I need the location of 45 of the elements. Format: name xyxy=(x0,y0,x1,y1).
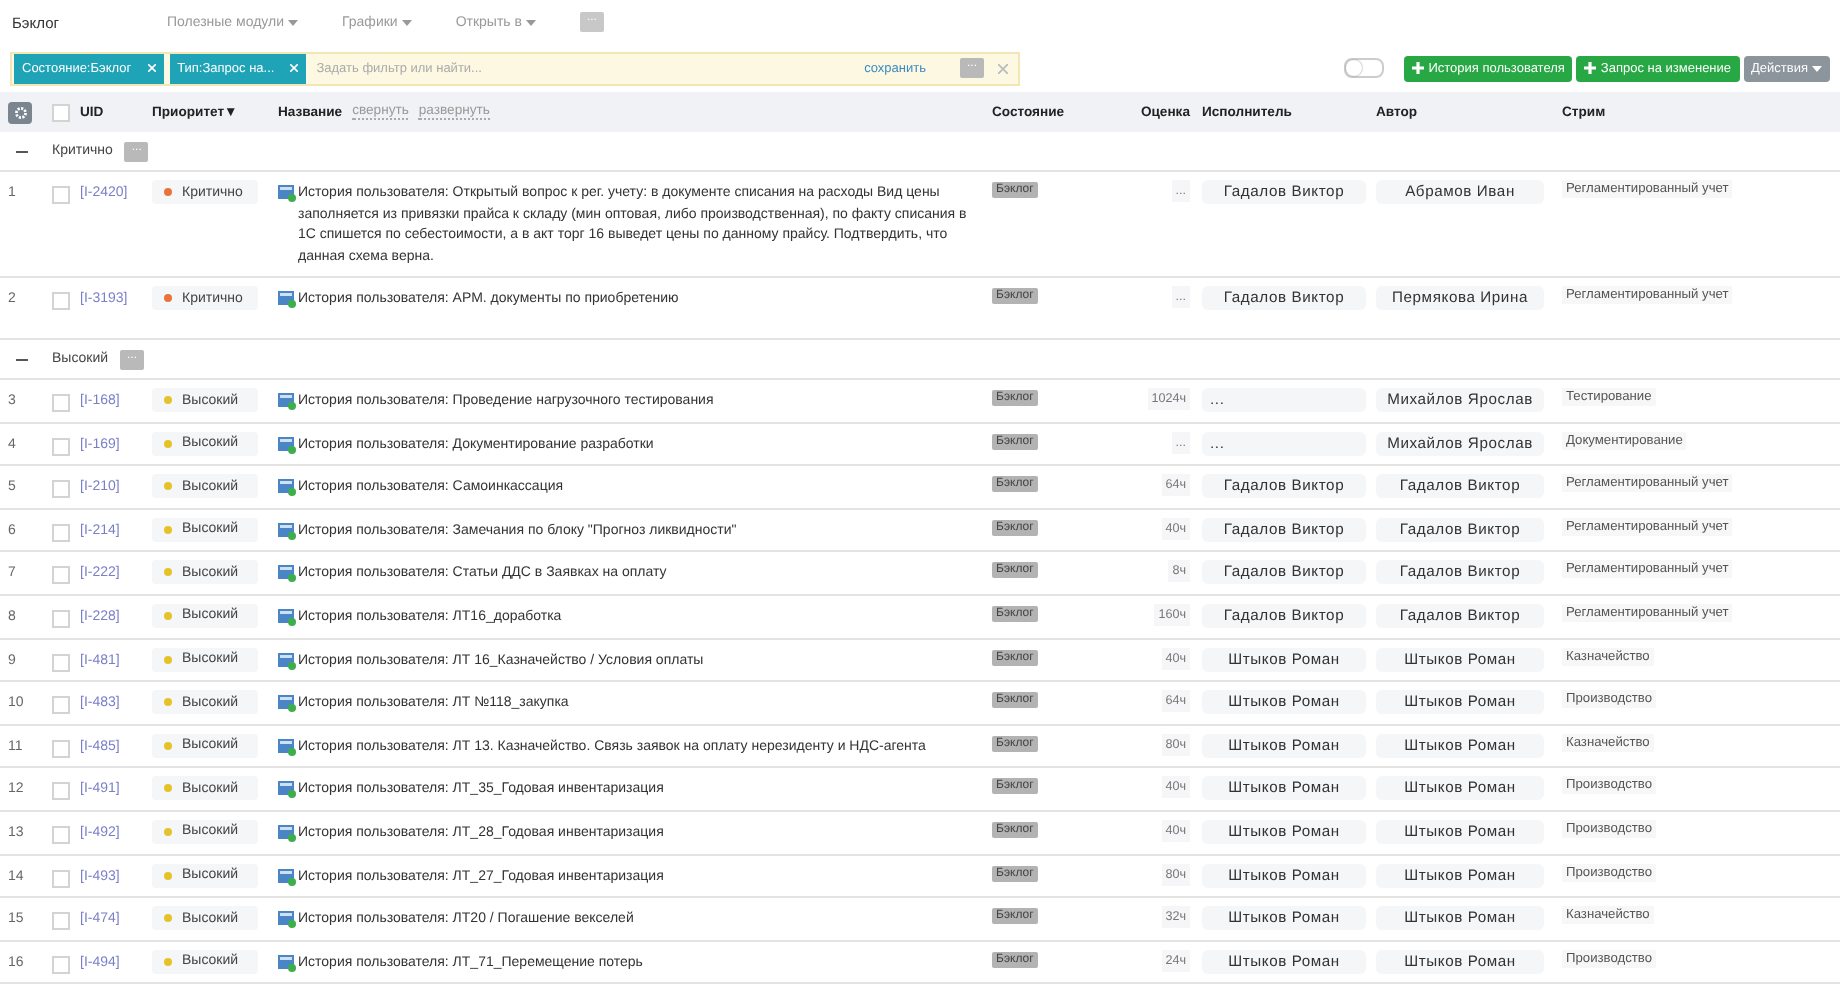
plus-icon xyxy=(1412,62,1425,74)
row-checkbox[interactable] xyxy=(52,609,70,628)
story-icon xyxy=(278,651,296,670)
story-icon xyxy=(278,521,296,540)
story-icon xyxy=(278,780,296,799)
row-checkbox[interactable] xyxy=(52,480,70,499)
row-checkbox[interactable] xyxy=(52,292,70,310)
caret-icon xyxy=(525,19,536,25)
story-icon xyxy=(278,953,296,972)
collapse-icon[interactable] xyxy=(16,353,28,365)
row-checkbox[interactable] xyxy=(52,869,70,888)
checkbox[interactable] xyxy=(52,103,70,121)
row-checkbox[interactable] xyxy=(52,912,70,931)
story-icon xyxy=(278,694,296,713)
row-checkbox[interactable] xyxy=(52,696,70,715)
settings-button[interactable] xyxy=(8,101,32,123)
story-icon xyxy=(278,607,296,626)
story-icon xyxy=(278,910,296,929)
row-checkbox[interactable] xyxy=(52,825,70,844)
row-checkbox[interactable] xyxy=(52,523,70,542)
row-checkbox[interactable] xyxy=(52,782,70,801)
story-icon xyxy=(278,435,296,454)
caret-icon xyxy=(1812,65,1822,71)
collapse-icon[interactable] xyxy=(16,145,28,157)
story-icon xyxy=(278,184,296,202)
story-icon xyxy=(278,737,296,756)
row-checkbox[interactable] xyxy=(52,437,70,456)
row-checkbox[interactable] xyxy=(52,955,70,974)
close-icon[interactable] xyxy=(998,63,1008,73)
story-icon xyxy=(278,290,296,308)
gear-icon xyxy=(13,105,27,119)
row-checkbox[interactable] xyxy=(52,653,70,672)
row-checkbox[interactable] xyxy=(52,186,70,204)
row-checkbox[interactable] xyxy=(52,566,70,585)
story-icon xyxy=(278,392,296,410)
story-icon xyxy=(278,478,296,497)
caret-icon xyxy=(401,19,412,25)
row-checkbox[interactable] xyxy=(52,739,70,758)
plus-icon xyxy=(1584,62,1597,74)
toggle-switch[interactable] xyxy=(1344,58,1385,78)
story-icon xyxy=(278,823,296,842)
story-icon xyxy=(278,564,296,583)
row-checkbox[interactable] xyxy=(52,394,70,412)
story-icon xyxy=(278,867,296,886)
caret-icon xyxy=(288,19,298,25)
